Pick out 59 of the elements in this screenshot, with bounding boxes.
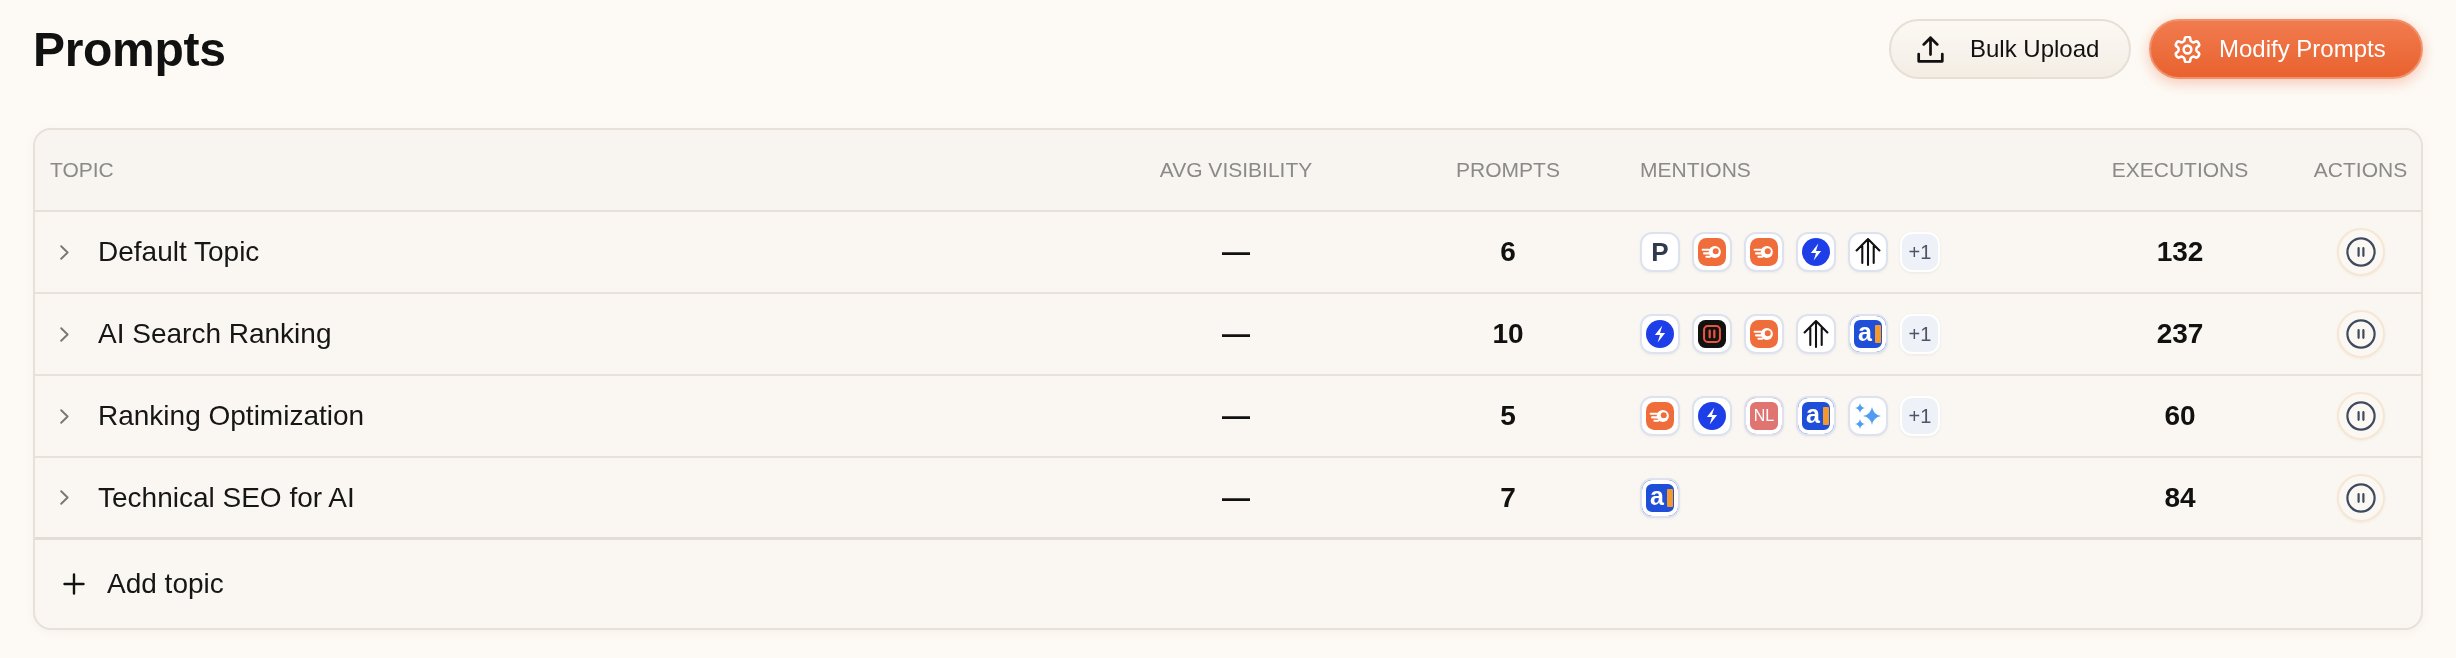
chevron-icon[interactable] bbox=[60, 408, 69, 424]
overflow-count-badge: +1 bbox=[1900, 396, 1940, 436]
letter-logo: a bbox=[1640, 477, 1680, 518]
executions-count: 60 bbox=[2164, 400, 2196, 432]
pause-icon bbox=[2345, 319, 2376, 349]
page-title: Prompts bbox=[33, 21, 226, 77]
plus-icon bbox=[63, 573, 85, 595]
topic-name: Technical SEO for AI bbox=[98, 481, 355, 514]
overflow-count-badge: +1 bbox=[1900, 314, 1940, 354]
overflow-count-badge: +1 bbox=[1900, 232, 1940, 272]
executions-count: 84 bbox=[2164, 481, 2196, 514]
settings-icon bbox=[2174, 35, 2201, 63]
comet-logo-icon bbox=[1692, 232, 1732, 272]
column-header: MENTIONS bbox=[1640, 158, 1752, 182]
comet-logo-icon bbox=[1744, 314, 1784, 354]
avg-visibility-value: — bbox=[1222, 400, 1250, 432]
arrow-tree-logo-icon bbox=[1848, 232, 1888, 272]
column-header: ACTIONS bbox=[2312, 158, 2409, 182]
prompts-count: 5 bbox=[1500, 400, 1516, 432]
column-header: TOPIC bbox=[49, 158, 115, 182]
prompts-count: 10 bbox=[1492, 318, 1524, 350]
column-header: AVG VISIBILITY bbox=[1158, 158, 1314, 182]
prompts-count: 7 bbox=[1500, 481, 1516, 514]
letter-logo: a bbox=[1848, 314, 1888, 354]
avg-visibility-value: — bbox=[1222, 318, 1250, 350]
pause-button[interactable] bbox=[2336, 473, 2385, 522]
chevron-icon[interactable] bbox=[60, 244, 69, 260]
upload-icon bbox=[1917, 35, 1944, 63]
topic-name: Default Topic bbox=[98, 236, 260, 268]
pause-icon bbox=[2345, 482, 2376, 513]
lightning-logo-icon bbox=[1640, 314, 1680, 354]
sparkle-icon bbox=[1848, 396, 1888, 436]
comet-logo-icon bbox=[1640, 396, 1680, 436]
column-header: EXECUTIONS bbox=[2110, 158, 2250, 182]
avg-visibility-value: — bbox=[1222, 481, 1250, 514]
lightning-logo-icon bbox=[1796, 232, 1836, 272]
pause-icon bbox=[2345, 401, 2376, 431]
avg-visibility-value: — bbox=[1222, 236, 1250, 268]
topic-name: Ranking Optimization bbox=[98, 400, 365, 432]
pause-icon bbox=[2345, 237, 2376, 267]
letter-logo: a bbox=[1796, 396, 1836, 436]
arrow-tree-logo-icon bbox=[1796, 314, 1836, 354]
add-topic-button[interactable]: Add topic bbox=[63, 568, 224, 600]
comet-logo-icon bbox=[1744, 232, 1784, 272]
bulk-upload-button[interactable]: Bulk Upload bbox=[1889, 19, 2131, 79]
pause-button[interactable] bbox=[2336, 310, 2385, 358]
topic-name: AI Search Ranking bbox=[98, 318, 332, 350]
executions-count: 237 bbox=[2156, 318, 2204, 350]
letter-logo: P bbox=[1640, 232, 1680, 272]
column-header: PROMPTS bbox=[1455, 158, 1561, 182]
chevron-icon[interactable] bbox=[60, 490, 69, 505]
pause-button[interactable] bbox=[2336, 228, 2385, 276]
chevron-icon[interactable] bbox=[60, 326, 69, 342]
square-logo-icon bbox=[1692, 314, 1732, 354]
executions-count: 132 bbox=[2156, 236, 2204, 268]
pause-button[interactable] bbox=[2336, 392, 2385, 440]
letter-logo: NL bbox=[1744, 396, 1784, 436]
lightning-logo-icon bbox=[1692, 396, 1732, 436]
prompts-count: 6 bbox=[1500, 236, 1516, 268]
